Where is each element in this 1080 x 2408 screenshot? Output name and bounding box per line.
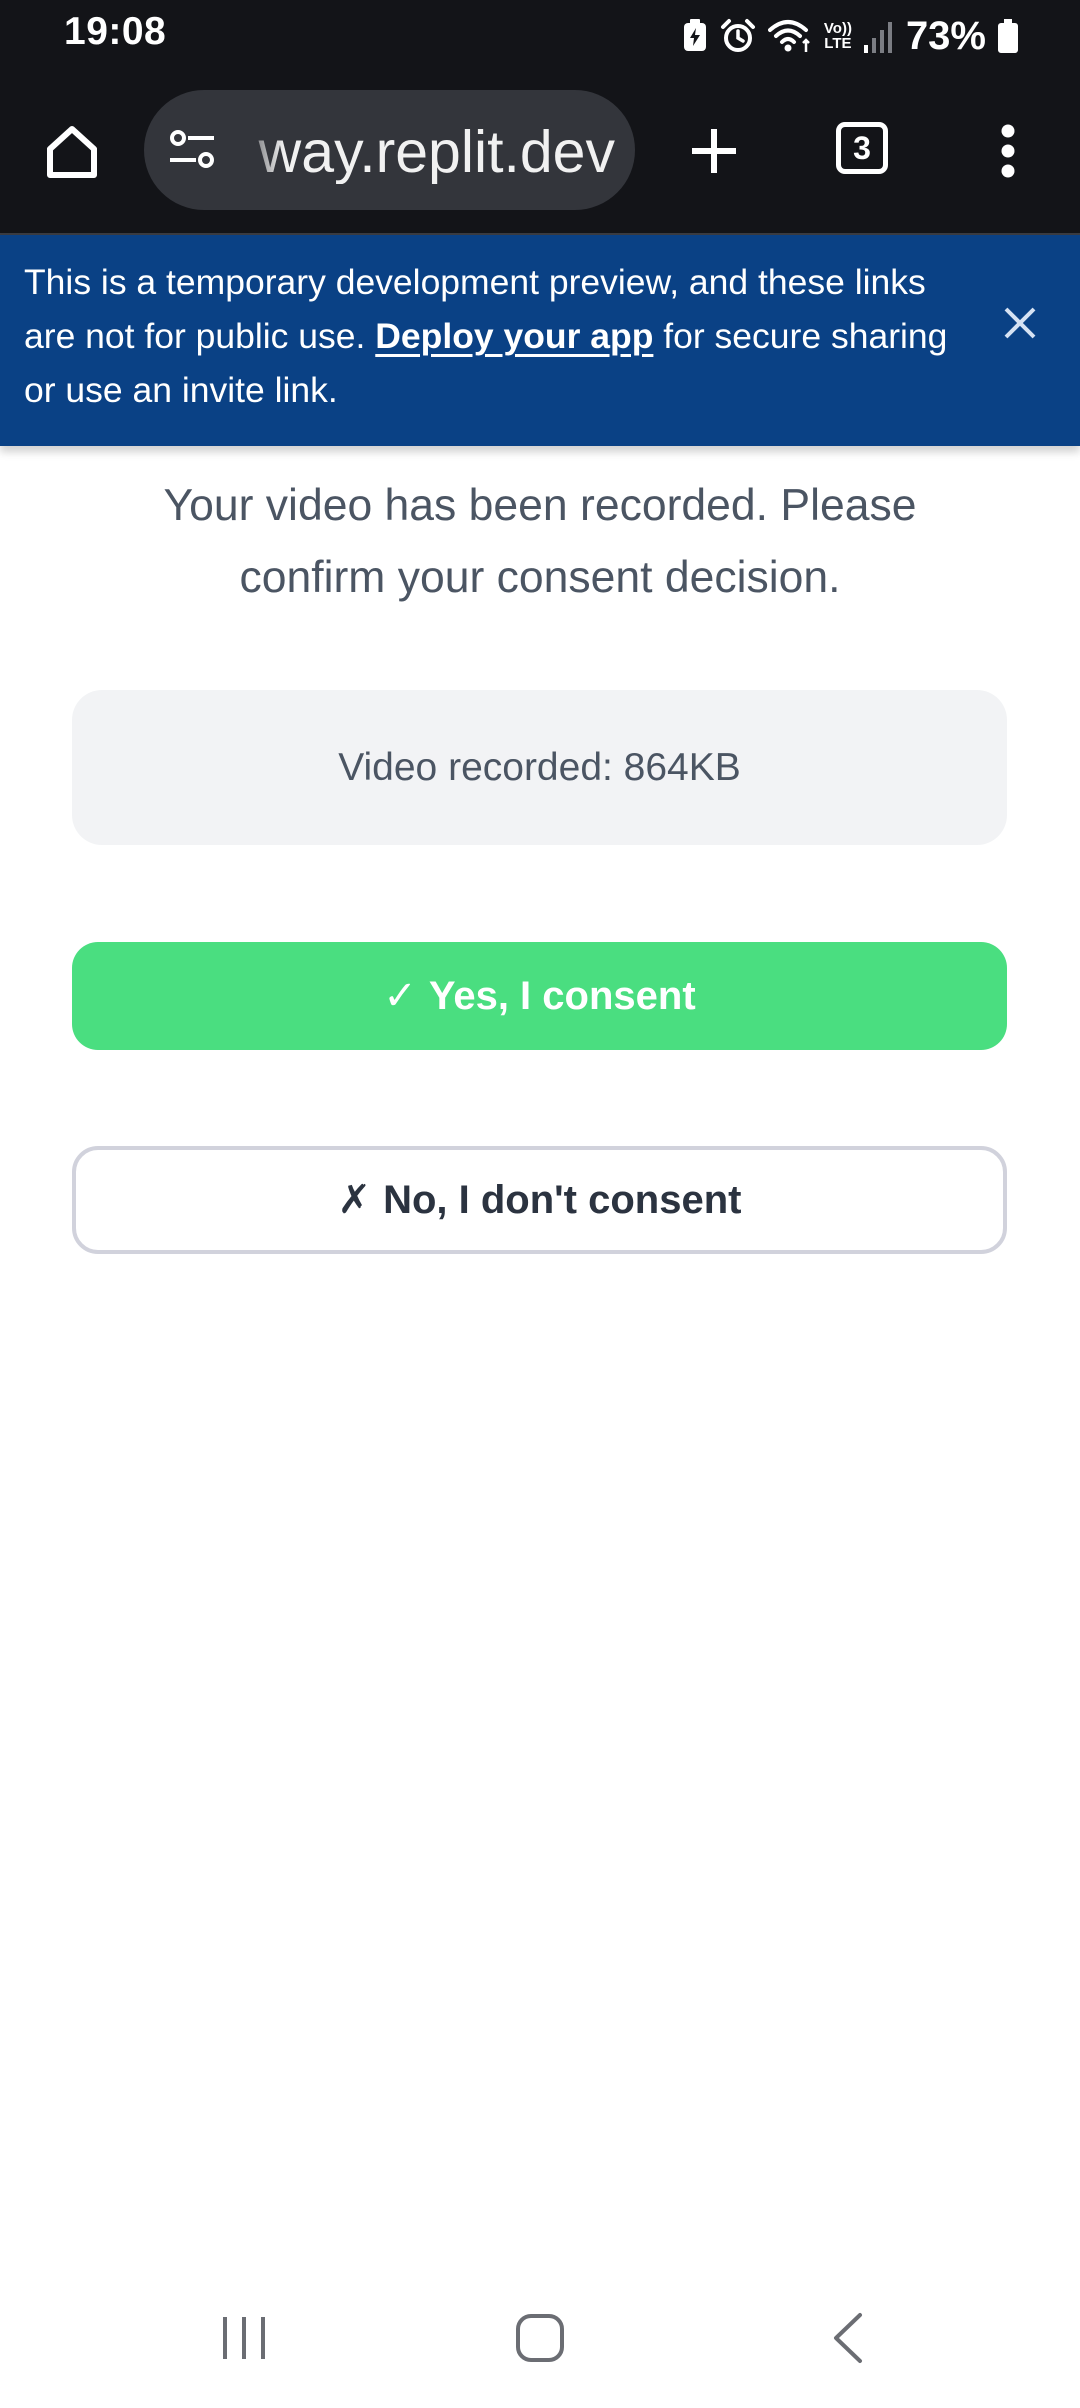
recent-apps-button[interactable] bbox=[216, 2310, 272, 2366]
video-info-box: Video recorded: 864KB bbox=[72, 690, 1007, 845]
recent-apps-icon bbox=[223, 2317, 265, 2359]
system-nav-bar bbox=[0, 2270, 1080, 2408]
consent-no-button[interactable]: ✗ No, I don't consent bbox=[72, 1146, 1007, 1254]
battery-saver-icon bbox=[682, 19, 708, 53]
deploy-app-link[interactable]: Deploy your app bbox=[375, 316, 653, 356]
consent-yes-button[interactable]: ✓ Yes, I consent bbox=[72, 942, 1007, 1050]
consent-message: Your video has been recorded. Please con… bbox=[163, 481, 917, 602]
volte-label-top: Vo)) bbox=[823, 20, 852, 37]
more-vert-icon bbox=[1001, 124, 1015, 178]
tab-count: 3 bbox=[853, 129, 871, 166]
wifi-icon bbox=[767, 18, 812, 54]
banner-close-button[interactable] bbox=[996, 299, 1044, 347]
home-nav-icon bbox=[516, 2314, 564, 2362]
url-value: way.replit.dev bbox=[258, 120, 615, 184]
home-icon bbox=[47, 126, 97, 178]
status-bar: 19:08 Vo)) LTE 73% bbox=[0, 0, 1080, 72]
video-info-text: Video recorded: 864KB bbox=[338, 745, 741, 789]
signal-icon bbox=[863, 19, 894, 53]
status-time: 19:08 bbox=[64, 10, 167, 53]
url-fade bbox=[234, 90, 284, 210]
url-text[interactable]: way.replit.dev bbox=[240, 120, 615, 184]
alarm-icon bbox=[720, 18, 756, 54]
battery-icon bbox=[998, 19, 1018, 53]
cross-icon: ✗ bbox=[337, 1178, 372, 1222]
home-nav-button[interactable] bbox=[512, 2310, 568, 2366]
volte-icon: Vo)) LTE bbox=[824, 21, 852, 51]
battery-percent: 73% bbox=[905, 13, 986, 58]
close-icon bbox=[1004, 307, 1036, 339]
more-menu-button[interactable] bbox=[978, 115, 1038, 187]
browser-toolbar: way.replit.dev 3 bbox=[0, 72, 1080, 234]
volte-label-bottom: LTE bbox=[824, 35, 852, 52]
new-tab-button[interactable] bbox=[678, 115, 750, 187]
back-icon bbox=[834, 2313, 862, 2363]
home-button[interactable] bbox=[36, 115, 108, 187]
check-icon: ✓ bbox=[383, 974, 417, 1018]
back-button[interactable] bbox=[820, 2310, 876, 2366]
consent-no-label: No, I don't consent bbox=[383, 1177, 742, 1222]
plus-icon bbox=[692, 129, 736, 173]
consent-yes-label: Yes, I consent bbox=[428, 973, 696, 1018]
tab-switcher-icon[interactable]: 3 bbox=[836, 122, 888, 174]
site-settings-icon[interactable] bbox=[166, 124, 218, 176]
status-icons: Vo)) LTE 73% bbox=[682, 8, 1018, 64]
banner-text: This is a temporary development preview,… bbox=[24, 255, 959, 417]
dev-preview-banner: This is a temporary development preview,… bbox=[0, 235, 1080, 446]
address-bar[interactable]: way.replit.dev bbox=[144, 90, 635, 210]
